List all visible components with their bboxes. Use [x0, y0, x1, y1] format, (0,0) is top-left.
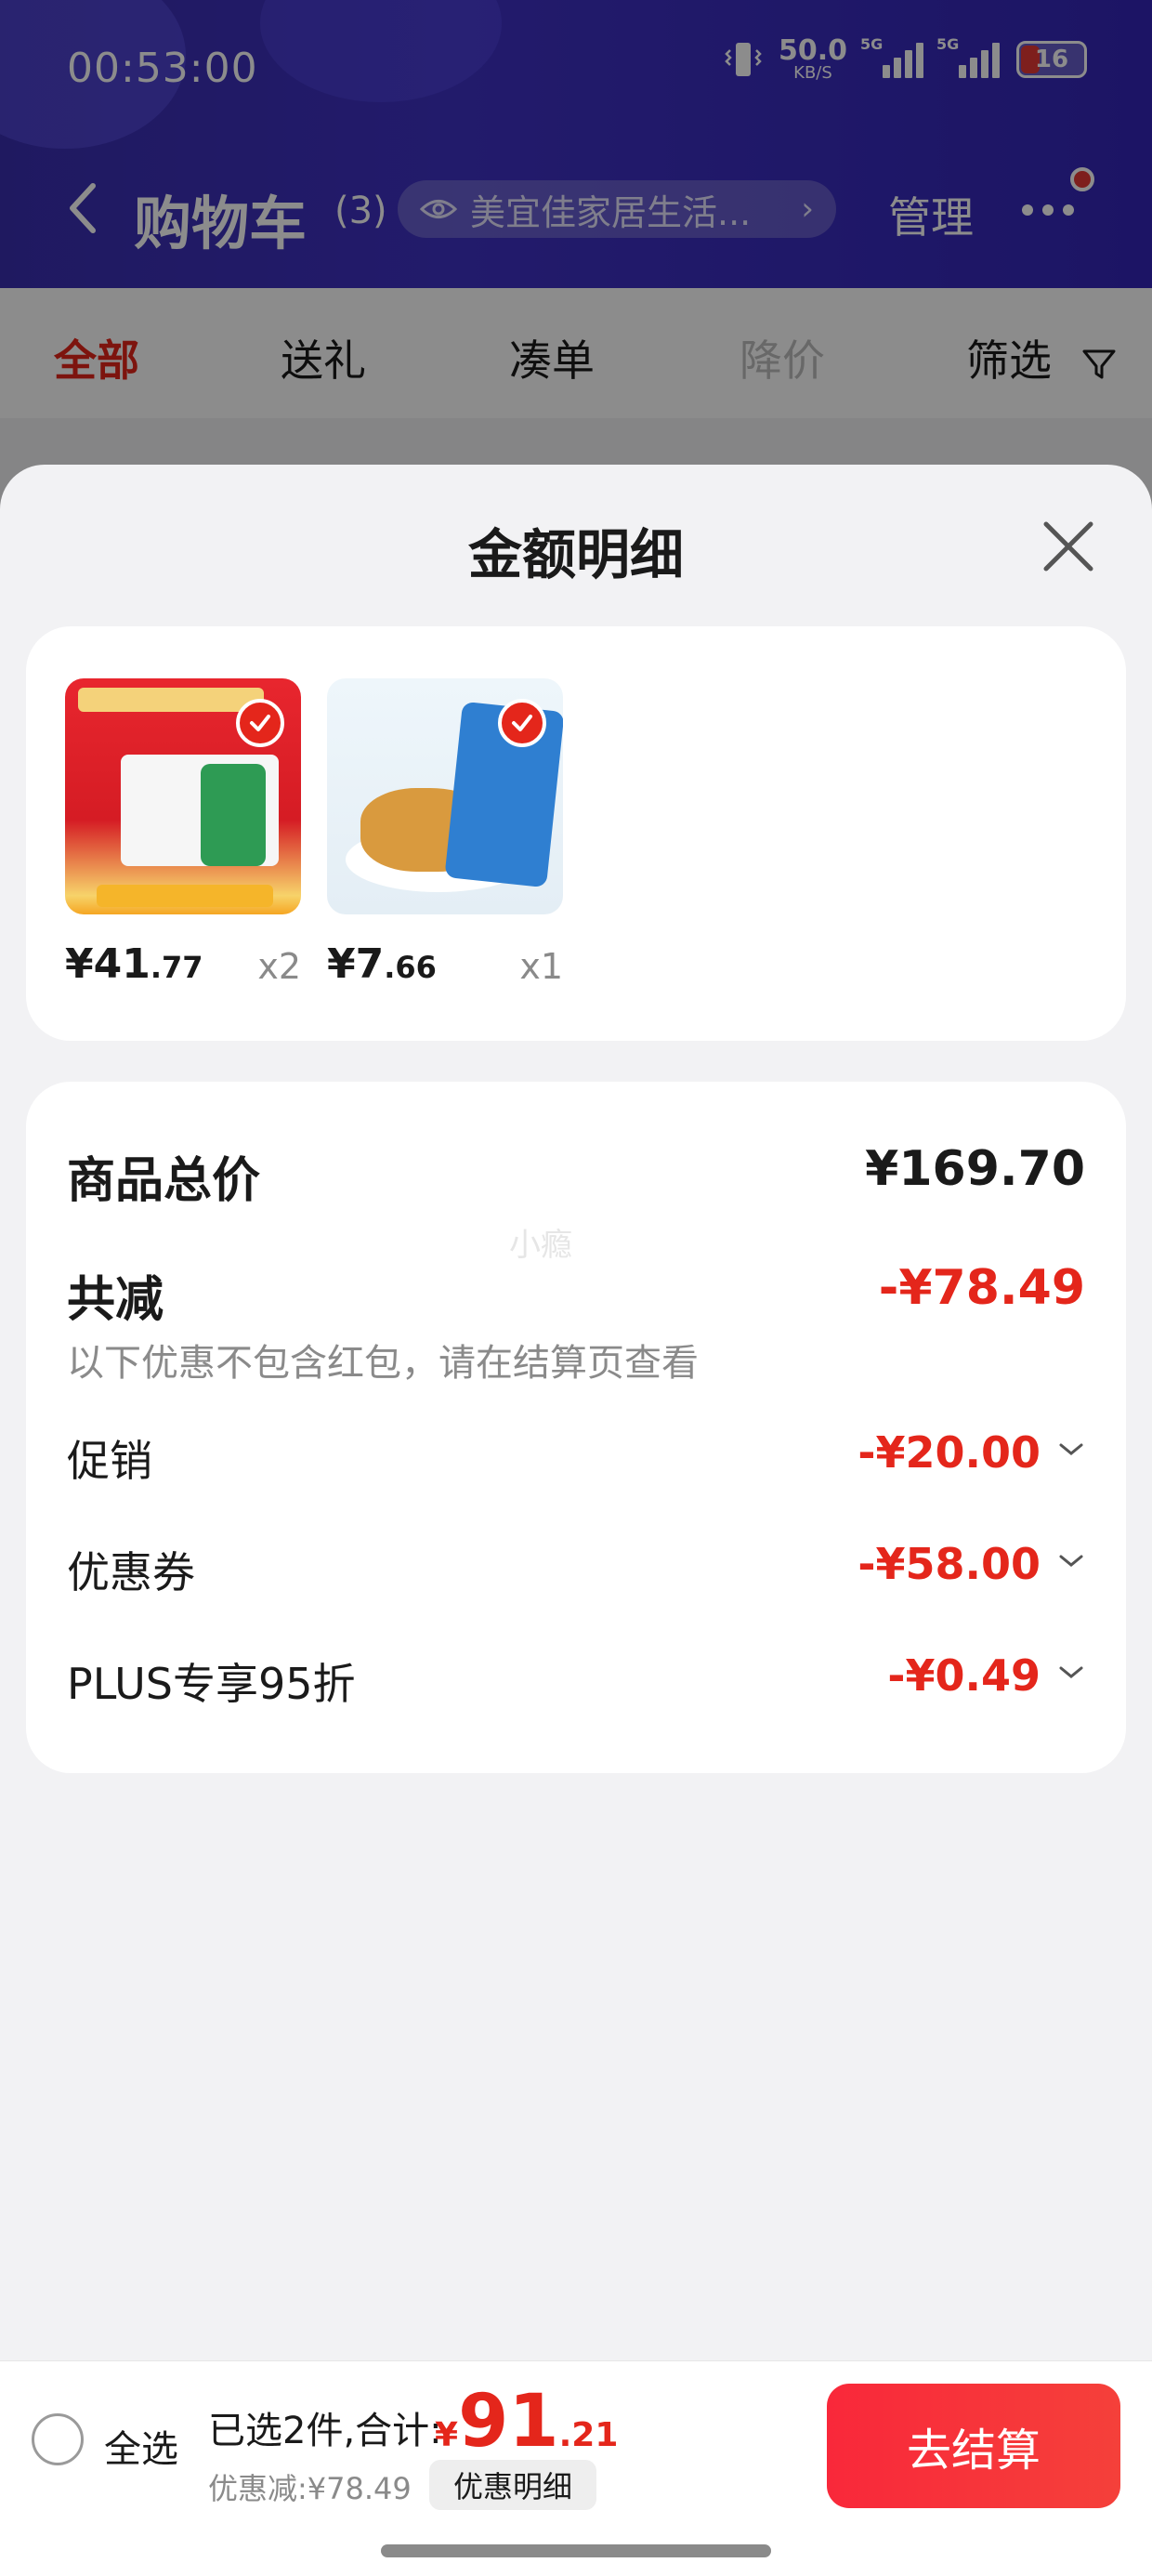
- chevron-down-icon[interactable]: [1057, 1440, 1085, 1459]
- select-all-radio[interactable]: [32, 2413, 84, 2465]
- reduction-value: -¥78.49: [878, 1260, 1085, 1316]
- coupon-label: 优惠券: [67, 1547, 195, 1597]
- checkout-button[interactable]: 去结算: [827, 2384, 1120, 2508]
- subtotal-label: 商品总价: [67, 1153, 261, 1209]
- plus-discount-label: PLUS专享95折: [67, 1659, 356, 1709]
- selected-count-text: 已选2件,合计:: [208, 2410, 442, 2452]
- promotion-label: 促销: [67, 1436, 152, 1486]
- coupon-row[interactable]: 优惠券 -¥58.00: [67, 1539, 1085, 1597]
- discount-detail-button[interactable]: 优惠明细: [429, 2460, 596, 2510]
- close-icon[interactable]: [1041, 519, 1096, 574]
- plus-discount-row[interactable]: PLUS专享95折 -¥0.49: [67, 1650, 1085, 1709]
- promotion-row[interactable]: 促销 -¥20.00: [67, 1427, 1085, 1486]
- chevron-down-icon[interactable]: [1057, 1663, 1085, 1682]
- item-quantity: x1: [519, 946, 563, 987]
- selected-check-icon: [498, 699, 546, 747]
- goods-item[interactable]: ¥7.66 x1: [327, 678, 563, 992]
- selected-check-icon: [236, 699, 284, 747]
- reduction-label: 共减: [67, 1272, 164, 1328]
- chevron-down-icon[interactable]: [1057, 1552, 1085, 1571]
- reduction-note: 以下优惠不包含红包，请在结算页查看: [67, 1342, 699, 1385]
- item-price: ¥7.66: [327, 940, 437, 988]
- product-image-snack: [327, 678, 563, 914]
- price-summary-card: 小瘾 商品总价 ¥169.70 共减 -¥78.49 以下优惠不包含红包，请在结…: [26, 1082, 1126, 1773]
- total-price: ¥91.21: [435, 2380, 619, 2464]
- plus-discount-value: -¥0.49: [887, 1650, 1041, 1701]
- reduction-row: 共减 -¥78.49: [67, 1260, 1085, 1328]
- home-indicator[interactable]: [381, 2544, 771, 2557]
- item-quantity: x2: [257, 946, 301, 987]
- selected-goods-card: ¥41.77 x2 ¥7.66 x1: [26, 626, 1126, 1041]
- amount-detail-sheet: 金额明细 ¥41.77 x2 ¥7.66 x1 小瘾 商品总价 ¥169.70 …: [0, 465, 1152, 2576]
- promotion-value: -¥20.00: [857, 1427, 1041, 1478]
- watermark: 小瘾: [509, 1227, 572, 1264]
- subtotal-row: 商品总价 ¥169.70: [67, 1141, 1085, 1209]
- select-all-label[interactable]: 全选: [104, 2419, 178, 2473]
- product-image-milk: [65, 678, 301, 914]
- goods-item[interactable]: ¥41.77 x2: [65, 678, 301, 992]
- coupon-value: -¥58.00: [857, 1539, 1041, 1589]
- product-box-decoration: [201, 764, 266, 866]
- item-price: ¥41.77: [65, 940, 203, 988]
- banner-decoration: [78, 688, 264, 712]
- sheet-title: 金额明细: [467, 523, 684, 586]
- discount-text: 优惠减:¥78.49: [208, 2471, 412, 2506]
- subtotal-value: ¥169.70: [865, 1141, 1085, 1197]
- banner-decoration: [97, 885, 273, 907]
